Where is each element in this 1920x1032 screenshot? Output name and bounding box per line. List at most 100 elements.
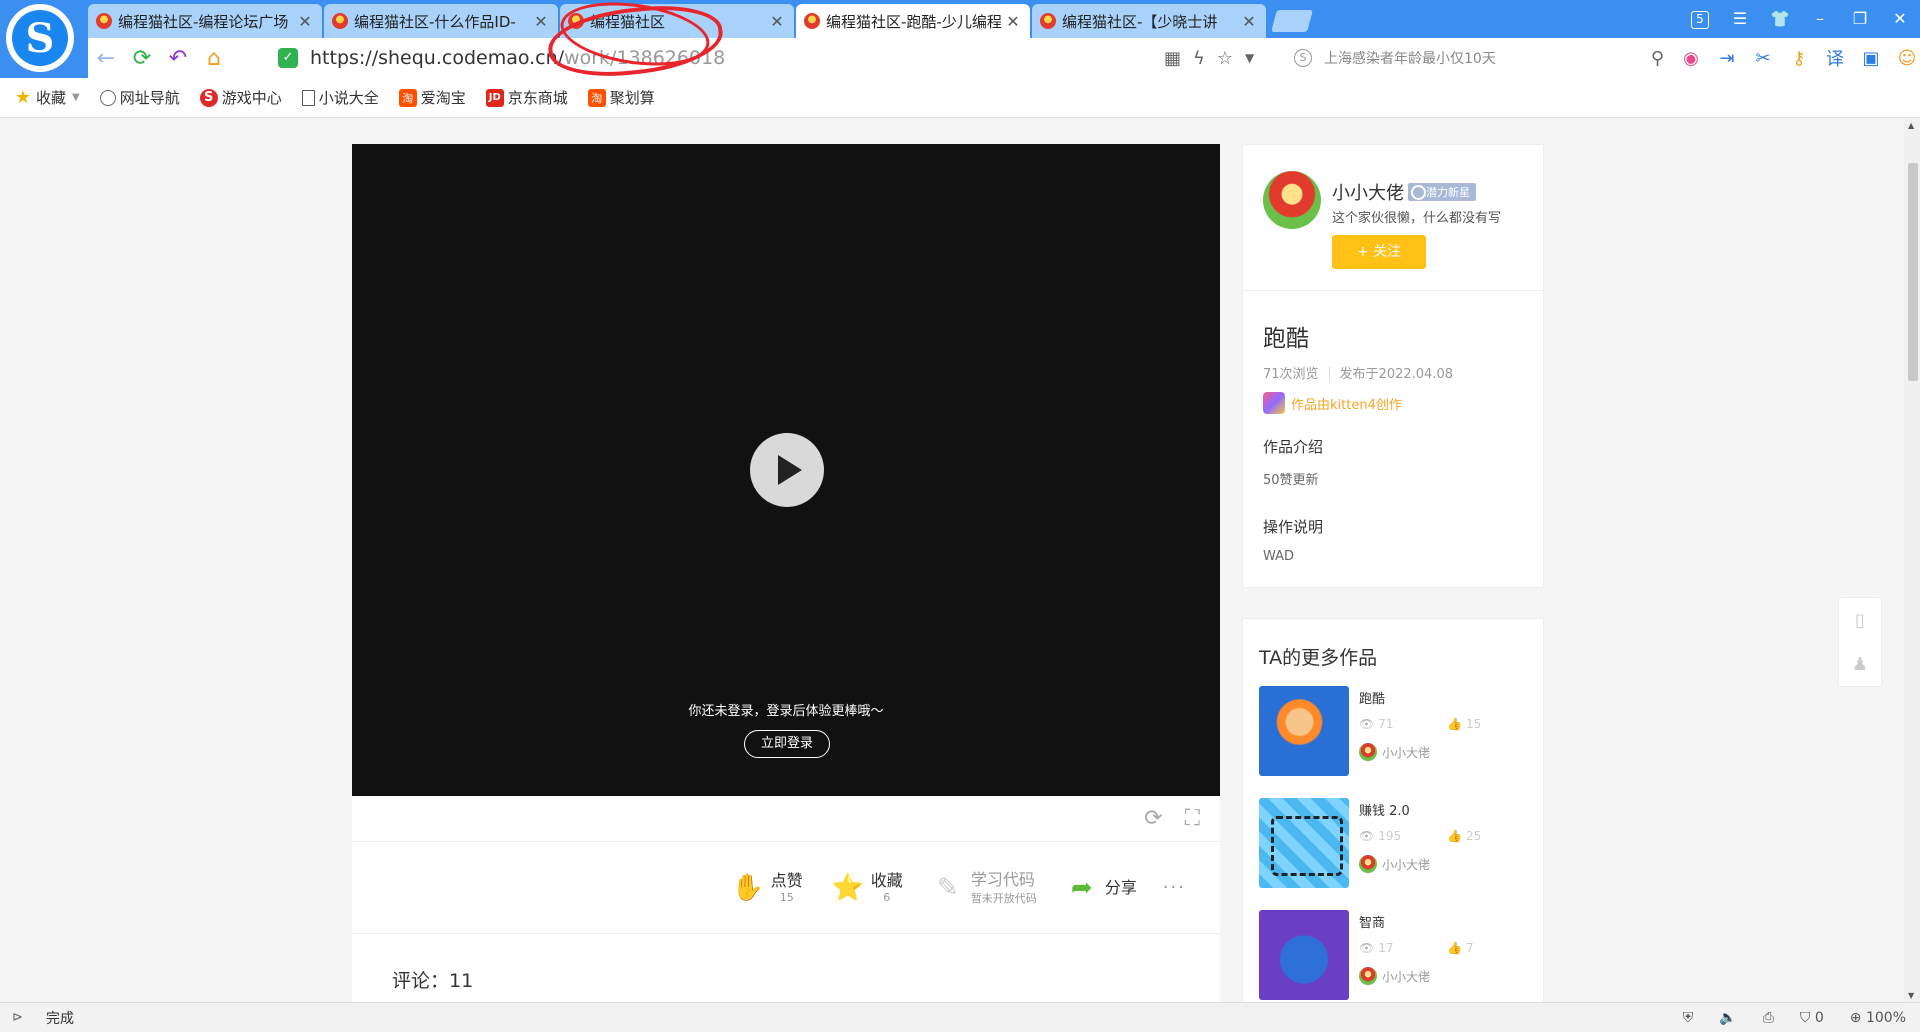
thumbs-up-icon: 👍 [1447,717,1462,731]
bookmark-juhuasuan[interactable]: 淘聚划算 [587,87,655,108]
more-works-card: TA的更多作品 跑酷 👁 71 👍 15 小小大佬 赚钱 2.0 👁 195 👍… [1242,618,1544,1002]
follow-button[interactable]: + 关注 [1332,235,1426,269]
comments-header: 评论：11 [392,970,474,992]
view-count: 71次浏览 [1263,367,1319,382]
tab-title: 编程猫社区-什么作品ID- [354,12,516,31]
sidebar-toggle-icon[interactable]: ⊳ [12,1010,30,1026]
search-icon[interactable]: ⚲ [1651,48,1664,69]
address-actions: ▦ ϟ ☆ ▼ [1164,38,1254,78]
scroll-down-icon[interactable]: ▼ [1908,991,1914,1000]
item-title[interactable]: 赚钱 2.0 [1359,800,1527,819]
menu-icon[interactable]: ☰ [1720,9,1760,28]
made-with-kitten4[interactable]: 作品由kitten4创作 [1263,392,1523,414]
search-suggestion[interactable]: 上海感染者年龄最小仅10天 [1324,48,1496,68]
lightning-icon[interactable]: ϟ [1193,48,1205,69]
skin-icon[interactable]: 👕 [1760,9,1800,28]
bookmark-favorites[interactable]: ★ 收藏 ▼ [14,87,80,108]
back-arrow-icon[interactable]: ← [88,42,124,74]
home-icon[interactable]: ⌂ [196,42,232,74]
browser-logo[interactable]: S [6,4,74,72]
close-icon[interactable]: ✕ [1004,12,1022,31]
refresh-icon[interactable]: ⟳ [124,42,160,74]
avatar[interactable] [1263,171,1321,229]
close-icon[interactable]: ✕ [296,12,314,31]
page-scrollbar[interactable]: ▲ ▼ [1904,119,1920,1002]
close-window-icon[interactable]: ✕ [1880,9,1920,28]
list-item[interactable]: 智商 👁 17 👍 7 小小大佬 [1259,910,1527,1002]
collect-icon: ⭐ [831,872,864,903]
book-icon [301,89,315,106]
security-shield-icon[interactable]: ⛨ [1683,1010,1694,1026]
tab-2[interactable]: 编程猫社区-什么作品ID- ✕ [324,4,558,38]
bookmarks-bar: ★ 收藏 ▼ 网址导航 S 游戏中心 小说大全 淘爱淘宝 JD 京东商城 淘聚划算 [0,78,1920,118]
mobile-icon[interactable]: ▯ [1839,598,1881,642]
eye-icon: 👁 [1359,829,1375,843]
list-item[interactable]: 赚钱 2.0 👁 195 👍 25 小小大佬 [1259,798,1527,910]
scissors-icon[interactable]: ✂ [1752,47,1774,69]
qr-code-icon[interactable]: ▦ [1164,48,1181,69]
zoom-level[interactable]: ⊕ 100% [1850,1010,1906,1026]
bookmark-novels[interactable]: 小说大全 [301,87,379,108]
tab-4-active[interactable]: 编程猫社区-跑酷-少儿编程 ✕ [796,4,1030,38]
item-title[interactable]: 智商 [1359,912,1527,931]
work-thumbnail[interactable] [1259,686,1349,776]
window-count-icon[interactable]: 5 [1680,8,1720,29]
game-player[interactable]: 你还未登录，登录后体验更棒哦～ 立即登录 [352,144,1220,796]
bookmark-nav[interactable]: 网址导航 [99,87,180,108]
play-button[interactable] [750,433,824,507]
printer-icon[interactable]: ⎙ [1763,1010,1774,1026]
qq-icon[interactable]: ♟ [1839,642,1881,686]
author-name[interactable]: 小小大佬 潜力新星 [1332,179,1476,205]
tab-1[interactable]: 编程猫社区-编程论坛广场 ✕ [88,4,322,38]
speaker-icon[interactable]: 🔈 [1719,1010,1736,1026]
emoji-icon[interactable]: ☺ [1896,47,1918,69]
restart-icon[interactable]: ⟳ [1144,806,1162,831]
close-icon[interactable]: ✕ [532,12,550,31]
tab-5[interactable]: 编程猫社区-【少晓士讲 ✕ [1032,4,1266,38]
collect-label: 收藏 [870,871,903,890]
item-title[interactable]: 跑酷 [1359,688,1527,707]
intro-text: 50赞更新 [1263,473,1319,488]
scroll-thumb[interactable] [1908,163,1918,381]
work-thumbnail[interactable] [1259,798,1349,888]
minimize-icon[interactable]: – [1800,9,1840,28]
floating-toolbar: ▯ ♟ [1838,597,1882,687]
codemao-favicon-icon [804,13,820,29]
more-options-icon[interactable]: ··· [1163,877,1186,898]
learn-code-button[interactable]: ✎ 学习代码 暂未开放代码 [929,869,1037,907]
bookmark-games[interactable]: S 游戏中心 [199,87,282,108]
collect-button[interactable]: ⭐ 收藏 6 [829,869,903,907]
work-actions: ✋ 点赞 15 ⭐ 收藏 6 ✎ 学习代码 暂未开放代码 ➦ 分享 ··· [352,842,1220,934]
search-box[interactable]: S 上海感染者年龄最小仅10天 ⚲ [1294,38,1664,78]
zoom-icon: ⊕ [1849,1009,1862,1026]
bookmark-taobao[interactable]: 淘爱淘宝 [398,87,466,108]
close-icon[interactable]: ✕ [768,12,786,31]
share-button[interactable]: ➦ 分享 [1063,869,1137,907]
like-icon: ✋ [731,872,764,903]
key-icon[interactable]: ⚷ [1788,47,1810,69]
scroll-up-icon[interactable]: ▲ [1908,121,1914,130]
screen-icon[interactable]: ▣ [1860,47,1882,69]
chevron-down-icon[interactable]: ▼ [1245,51,1254,65]
work-thumbnail[interactable] [1259,910,1349,1000]
login-button[interactable]: 立即登录 [744,730,830,758]
bookmark-jd[interactable]: JD 京东商城 [485,87,568,108]
color-wheel-icon[interactable]: ◉ [1680,47,1702,69]
close-icon[interactable]: ✕ [1240,12,1258,31]
translate-icon[interactable]: 译 [1824,47,1846,70]
bookmark-star-icon[interactable]: ☆ [1217,48,1233,69]
share-label: 分享 [1104,877,1137,897]
login-icon[interactable]: ⇥ [1716,47,1738,69]
browser-titlebar: S 编程猫社区-编程论坛广场 ✕ 编程猫社区-什么作品ID- ✕ 编程猫社区 ✕… [0,0,1920,83]
author-bio: 这个家伙很懒，什么都没有写 [1332,211,1502,226]
like-button[interactable]: ✋ 点赞 15 [729,869,803,907]
list-item[interactable]: 跑酷 👁 71 👍 15 小小大佬 [1259,686,1527,798]
undo-icon[interactable]: ↶ [160,42,196,74]
adblock-counter[interactable]: ⛉ 0 [1800,1010,1824,1026]
fullscreen-icon[interactable]: ⛶ [1185,806,1200,831]
restore-icon[interactable]: ❐ [1840,9,1880,28]
avatar [1359,967,1377,985]
share-icon: ➦ [1070,872,1093,903]
new-tab-button[interactable] [1271,10,1313,32]
like-label: 点赞 [770,871,803,890]
